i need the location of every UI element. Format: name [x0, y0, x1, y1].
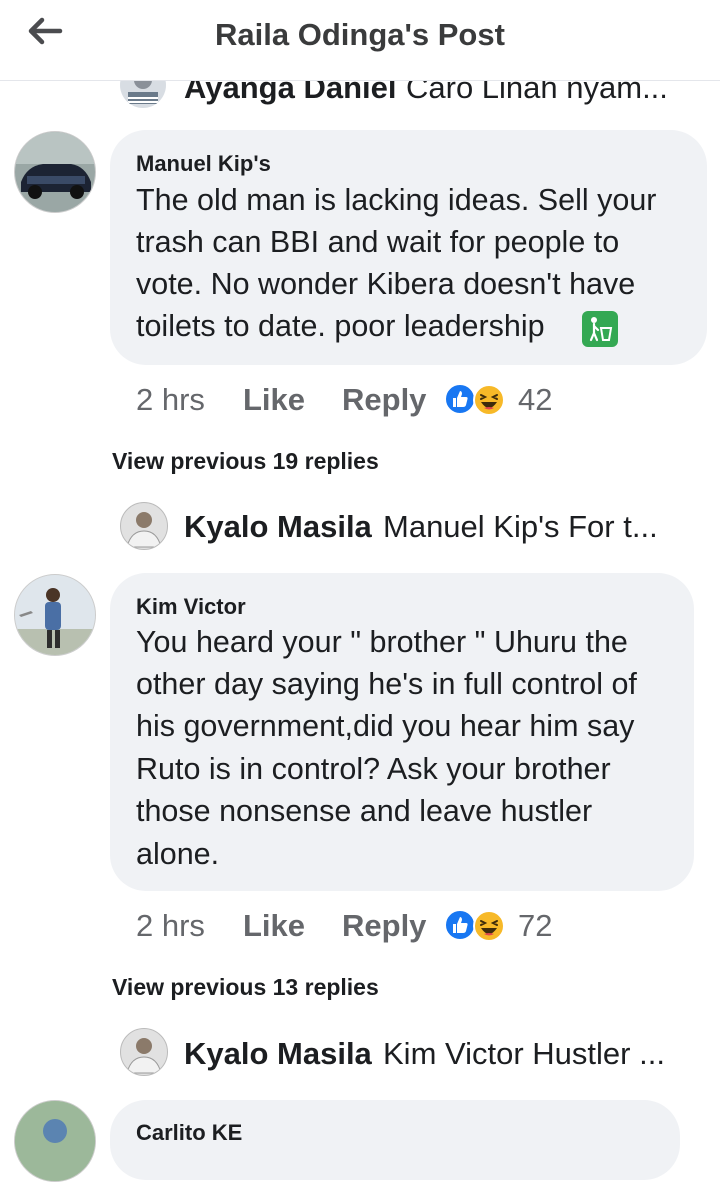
comment-author[interactable]: Carlito KE: [136, 1120, 242, 1146]
like-button[interactable]: Like: [243, 908, 305, 944]
like-button[interactable]: Like: [243, 382, 305, 418]
top-bar: Raila Odinga's Post: [0, 0, 720, 81]
comment-author[interactable]: Manuel Kip's: [136, 151, 271, 177]
comment-timestamp[interactable]: 2 hrs: [136, 382, 205, 418]
comment-text-line: other day saying he's in full control of: [136, 667, 637, 701]
reply-button[interactable]: Reply: [342, 382, 426, 418]
reply-author-name[interactable]: Kyalo Masila: [184, 1036, 372, 1072]
comment-text-line: alone.: [136, 837, 220, 871]
view-previous-replies-link[interactable]: View previous 13 replies: [112, 974, 379, 1001]
comment-text-line: trash can BBI and wait for people to: [136, 225, 620, 259]
reaction-count[interactable]: 42: [518, 382, 552, 418]
avatar[interactable]: [14, 574, 96, 656]
view-previous-replies-link[interactable]: View previous 19 replies: [112, 448, 379, 475]
haha-reaction-icon[interactable]: [472, 909, 506, 943]
avatar[interactable]: [14, 1100, 96, 1182]
reply-preview-text[interactable]: Kim Victor Hustler ...: [383, 1036, 665, 1072]
reaction-count[interactable]: 72: [518, 908, 552, 944]
comment-text-line: Ruto is in control? Ask your brother: [136, 752, 611, 786]
comment-text-line: his government,did you hear him say: [136, 709, 635, 743]
comment-text-line: You heard your " brother " Uhuru the: [136, 625, 628, 659]
reply-button[interactable]: Reply: [342, 908, 426, 944]
comment-text-line: those nonsense and leave hustler: [136, 794, 593, 828]
avatar[interactable]: [14, 131, 96, 213]
avatar[interactable]: [120, 1028, 168, 1076]
reply-author-name[interactable]: Kyalo Masila: [184, 509, 372, 545]
comment-text-line: vote. No wonder Kibera doesn't have: [136, 267, 636, 301]
comment-author[interactable]: Kim Victor: [136, 594, 246, 620]
comment-text-line: toilets to date. poor leadership: [136, 309, 545, 343]
page-title: Raila Odinga's Post: [215, 17, 505, 52]
reply-preview-text[interactable]: Manuel Kip's For t...: [383, 509, 658, 545]
litter-bin-emoji-icon: [582, 311, 618, 347]
comment-text-line: The old man is lacking ideas. Sell your: [136, 183, 657, 217]
comment-timestamp[interactable]: 2 hrs: [136, 908, 205, 944]
haha-reaction-icon[interactable]: [472, 383, 506, 417]
avatar[interactable]: [120, 502, 168, 550]
